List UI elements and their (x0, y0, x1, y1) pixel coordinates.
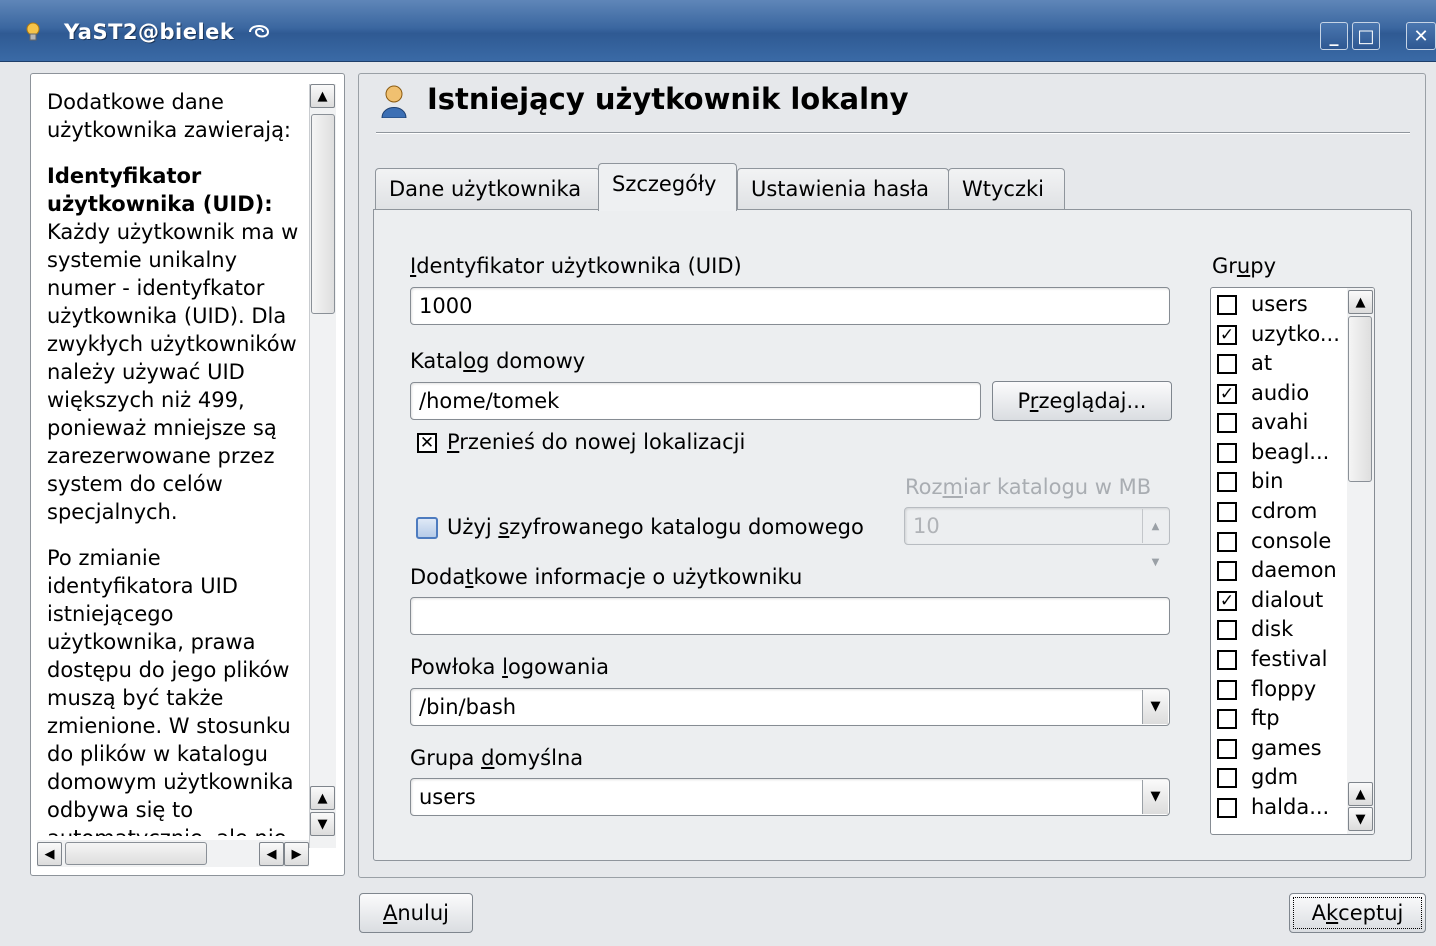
additional-info-input[interactable] (410, 597, 1170, 635)
chevron-down-icon[interactable]: ▼ (1142, 780, 1168, 814)
chevron-down-icon[interactable]: ▼ (1142, 690, 1168, 724)
maximize-button[interactable]: □ (1352, 22, 1380, 50)
uid-label: Identyfikator użytkownika (UID) (410, 254, 742, 278)
minimize-button[interactable]: _ (1320, 22, 1348, 50)
move-to-new-location-checkbox[interactable]: ✕ (417, 433, 437, 453)
group-checkbox[interactable] (1217, 532, 1237, 552)
encrypt-home-checkbox[interactable] (416, 517, 438, 539)
help-intro: Dodatkowe dane użytkownika zawierają: (47, 90, 292, 142)
login-shell-label: Powłoka logowania (410, 655, 610, 679)
scroll-up-arrow-icon[interactable]: ▲ (310, 84, 335, 108)
encrypt-home-label: Użyj szyfrowanego katalogu domowego (447, 515, 864, 539)
accept-button[interactable]: Akceptuj (1289, 893, 1426, 933)
group-checkbox[interactable] (1217, 502, 1237, 522)
scroll-up-arrow-icon[interactable]: ▲ (1348, 782, 1373, 806)
uid-input[interactable]: 1000 (410, 287, 1170, 325)
group-checkbox[interactable] (1217, 413, 1237, 433)
spin-arrows-icon[interactable]: ▲ ▼ (1142, 509, 1168, 568)
group-checkbox[interactable] (1217, 798, 1237, 818)
browse-button[interactable]: Przeglądaj... (992, 381, 1172, 421)
window-titlebar[interactable]: YaST2@bielek _ □ ✕ (0, 0, 1436, 62)
tab-details[interactable]: Szczegóły (598, 163, 737, 211)
help-horizontal-scrollbar[interactable]: ◀ ◀ ▶ (37, 840, 309, 867)
help-change-text: Po zmianie identyfikatora UID istniejące… (47, 546, 294, 836)
scroll-left-arrow-icon[interactable]: ◀ (259, 842, 284, 866)
tab-password-settings[interactable]: Ustawienia hasła (737, 168, 949, 210)
group-checkbox[interactable]: ✓ (1217, 325, 1237, 345)
group-checkbox[interactable] (1217, 739, 1237, 759)
group-checkbox[interactable] (1217, 650, 1237, 670)
yast-lightbulb-icon (26, 22, 40, 41)
home-dir-label: Katalog domowy (410, 349, 586, 373)
window-title: YaST2@bielek (64, 20, 235, 44)
default-group-combo[interactable]: users ▼ (410, 778, 1170, 816)
group-checkbox[interactable] (1217, 295, 1237, 315)
group-checkbox[interactable]: ✓ (1217, 591, 1237, 611)
groups-scroll-thumb[interactable] (1348, 316, 1372, 482)
help-vertical-scrollbar[interactable]: ▲ ▲ ▼ (309, 84, 336, 848)
help-scroll-thumb[interactable] (311, 114, 335, 314)
scroll-down-arrow-icon[interactable]: ▼ (1348, 807, 1373, 831)
group-checkbox[interactable] (1217, 561, 1237, 581)
group-checkbox[interactable] (1217, 709, 1237, 729)
group-checkbox[interactable] (1217, 620, 1237, 640)
group-checkbox[interactable]: ✓ (1217, 384, 1237, 404)
scroll-left-arrow-icon[interactable]: ◀ (37, 842, 62, 866)
home-dir-input[interactable]: /home/tomek (410, 382, 981, 420)
groups-list[interactable]: users ✓ uzytko... at ✓ audio avahi beagl..… (1210, 287, 1375, 835)
tab-plugins[interactable]: Wtyczki (948, 168, 1065, 210)
help-uid-heading: Identyfikator użytkownika (UID): (47, 164, 273, 216)
close-button[interactable]: ✕ (1406, 22, 1436, 50)
login-shell-combo[interactable]: /bin/bash ▼ (410, 688, 1170, 726)
help-text: Dodatkowe dane użytkownika zawierają: Id… (47, 88, 309, 836)
tab-user-data[interactable]: Dane użytkownika (375, 168, 600, 210)
dir-size-label: Rozmiar katalogu w MB (905, 475, 1152, 499)
help-hscroll-thumb[interactable] (65, 842, 207, 865)
scroll-down-arrow-icon[interactable]: ▼ (310, 812, 335, 836)
page-title: Istniejący użytkownik lokalny (427, 82, 909, 116)
move-to-new-location-label: Przenieś do nowej lokalizacji (447, 430, 746, 454)
help-uid-text: Każdy użytkownik ma w systemie unikalny … (47, 220, 299, 524)
kde-swirl-icon (249, 25, 270, 38)
user-icon (381, 85, 407, 118)
help-pane: Dodatkowe dane użytkownika zawierają: Id… (30, 73, 345, 876)
groups-label: Grupy (1212, 254, 1276, 278)
group-checkbox[interactable] (1217, 768, 1237, 788)
cancel-button[interactable]: Anuluj (359, 893, 473, 933)
heading-divider (376, 132, 1410, 134)
scroll-right-arrow-icon[interactable]: ▶ (284, 842, 309, 866)
group-checkbox[interactable] (1217, 680, 1237, 700)
groups-scrollbar[interactable]: ▲ ▲ ▼ (1347, 288, 1374, 834)
additional-info-label: Dodatkowe informacje o użytkowniku (410, 565, 803, 589)
scroll-up-arrow-icon[interactable]: ▲ (1348, 290, 1373, 314)
scroll-up-arrow-icon[interactable]: ▲ (310, 786, 335, 810)
default-group-label: Grupa domyślna (410, 746, 584, 770)
group-checkbox[interactable] (1217, 354, 1237, 374)
group-checkbox[interactable] (1217, 472, 1237, 492)
dir-size-spinbox[interactable]: 10 ▲ ▼ (904, 507, 1170, 568)
group-checkbox[interactable] (1217, 443, 1237, 463)
